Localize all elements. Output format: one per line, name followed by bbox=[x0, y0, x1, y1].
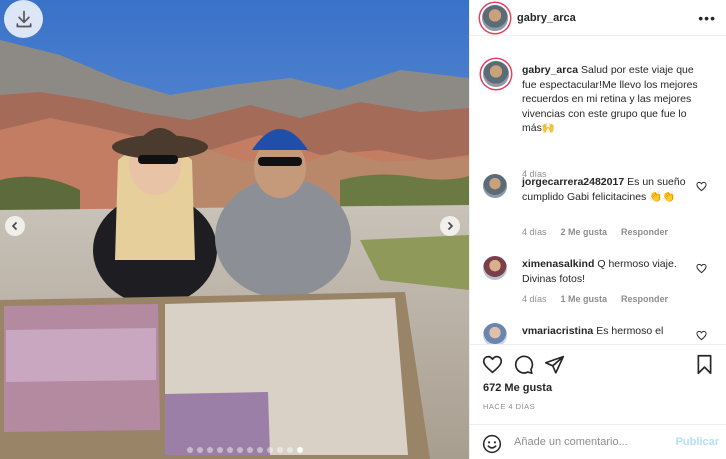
carousel-indicator bbox=[0, 447, 469, 453]
post-header: gabry_arca bbox=[470, 0, 726, 36]
emoji-icon[interactable] bbox=[482, 434, 502, 454]
comment-like-icon[interactable] bbox=[696, 181, 707, 192]
action-icons bbox=[482, 354, 715, 376]
comment-text: Es hermoso el bbox=[596, 325, 664, 337]
comment-username[interactable]: vmariacristina bbox=[522, 325, 593, 337]
previous-photo-button[interactable] bbox=[5, 216, 25, 236]
comment-like-icon[interactable] bbox=[696, 330, 707, 341]
carousel-dot bbox=[256, 447, 263, 453]
post-details-panel: gabry_arca gabry_arca Salud por este viaj… bbox=[469, 0, 726, 459]
caption-author-avatar[interactable] bbox=[483, 61, 509, 87]
comment-likes[interactable]: 2 Me gusta bbox=[561, 227, 608, 237]
carousel-dot bbox=[196, 447, 203, 453]
carousel-dot bbox=[236, 447, 243, 453]
more-options-icon[interactable]: ••• bbox=[698, 10, 716, 26]
reply-button[interactable]: Responder bbox=[621, 294, 668, 304]
photo-scene bbox=[0, 0, 469, 459]
carousel-dot bbox=[186, 447, 193, 453]
paper-plane-icon[interactable] bbox=[544, 354, 565, 375]
comments-list[interactable]: gabry_arca Salud por este viaje que fue e… bbox=[470, 37, 726, 345]
carousel-dot bbox=[296, 447, 303, 453]
carousel-dot bbox=[206, 447, 213, 453]
download-button[interactable] bbox=[4, 0, 43, 38]
chevron-right-icon bbox=[447, 221, 454, 231]
comment-like-icon[interactable] bbox=[696, 263, 707, 274]
post-photo[interactable] bbox=[0, 0, 469, 459]
carousel-dot bbox=[286, 447, 293, 453]
comment-meta: 4 días 1 Me gusta Responder bbox=[522, 294, 682, 304]
post-actions: 672 Me gusta HACE 4 DÍAS Publicar bbox=[470, 344, 726, 459]
author-avatar[interactable] bbox=[482, 4, 508, 31]
commenter-avatar[interactable] bbox=[483, 256, 507, 280]
like-count[interactable]: 672 Me gusta bbox=[483, 382, 552, 394]
comment-username[interactable]: ximenasalkind bbox=[522, 258, 594, 270]
heart-icon[interactable] bbox=[482, 354, 503, 375]
commenter-avatar[interactable] bbox=[483, 174, 507, 198]
author-username[interactable]: gabry_arca bbox=[517, 12, 576, 24]
next-photo-button[interactable] bbox=[440, 216, 460, 236]
post-timestamp[interactable]: HACE 4 DÍAS bbox=[483, 402, 535, 411]
carousel-dot bbox=[276, 447, 283, 453]
caption-username[interactable]: gabry_arca bbox=[522, 64, 578, 76]
carousel-dot bbox=[226, 447, 233, 453]
comment-meta: 4 días 2 Me gusta Responder bbox=[522, 227, 682, 237]
bookmark-icon[interactable] bbox=[694, 354, 715, 375]
comment-time[interactable]: 4 días bbox=[522, 294, 547, 304]
comment-time[interactable]: 4 días bbox=[522, 227, 547, 237]
reply-button[interactable]: Responder bbox=[621, 227, 668, 237]
comment-input[interactable] bbox=[514, 436, 664, 448]
download-icon bbox=[15, 10, 31, 28]
chevron-left-icon bbox=[11, 221, 18, 231]
comment-likes[interactable]: 1 Me gusta bbox=[561, 294, 608, 304]
carousel-dot bbox=[216, 447, 223, 453]
carousel-dot bbox=[266, 447, 273, 453]
commenter-avatar[interactable] bbox=[483, 323, 507, 345]
comment-icon[interactable] bbox=[513, 354, 534, 375]
publish-button[interactable]: Publicar bbox=[676, 436, 719, 448]
comment-composer: Publicar bbox=[470, 424, 726, 459]
carousel-dot bbox=[246, 447, 253, 453]
comment-username[interactable]: jorgecarrera2482017 bbox=[522, 176, 624, 188]
